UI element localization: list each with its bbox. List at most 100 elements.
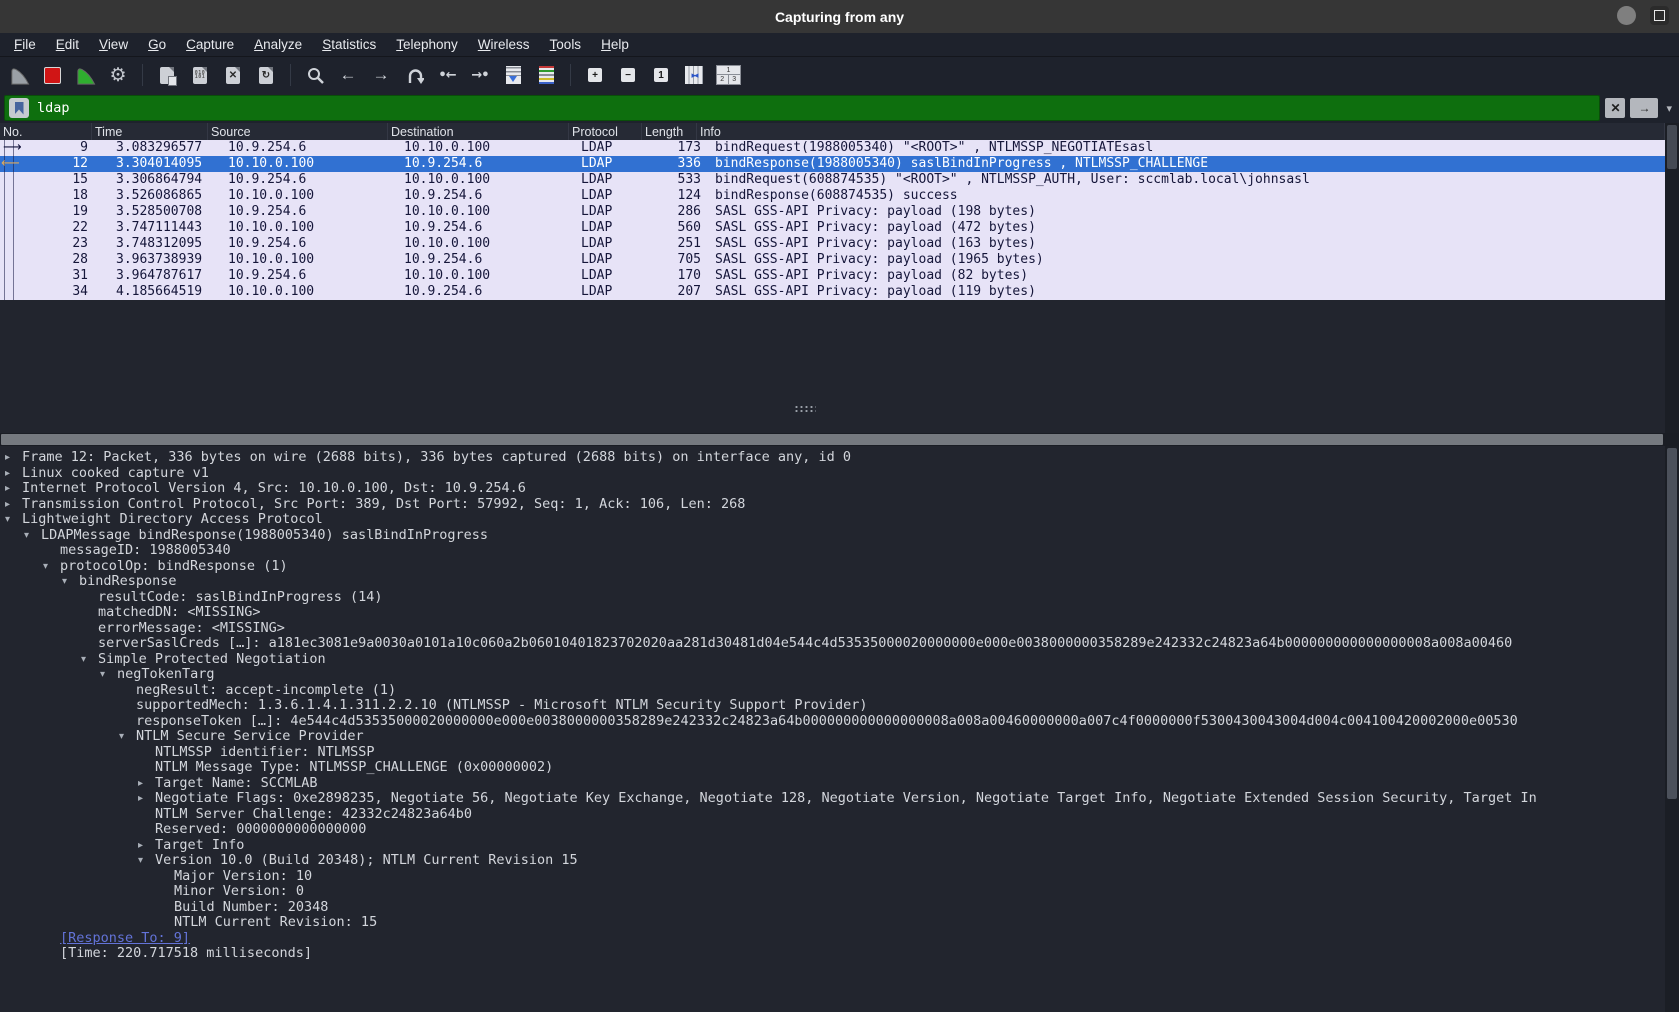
packet-list-vscroll-thumb[interactable] [1667, 125, 1677, 169]
detail-line[interactable]: ▸Internet Protocol Version 4, Src: 10.10… [0, 481, 1665, 497]
menu-item-tools[interactable]: Tools [540, 35, 592, 54]
packet-list-vscrollbar[interactable] [1665, 123, 1679, 433]
collapse-icon[interactable]: ▾ [100, 667, 117, 683]
minimize-button[interactable] [1617, 6, 1636, 25]
packet-row-34[interactable]: 344.18566451910.10.0.10010.9.254.6LDAP20… [0, 284, 1665, 300]
detail-line[interactable]: ▸Target Info [0, 838, 1665, 854]
go-first-icon[interactable]: •← [436, 63, 458, 87]
detail-line[interactable]: ▾Version 10.0 (Build 20348); NTLM Curren… [0, 853, 1665, 869]
packet-list-hscroll-thumb[interactable] [1, 434, 1663, 445]
menu-item-view[interactable]: View [89, 35, 138, 54]
column-header-length[interactable]: Length [642, 123, 697, 140]
collapse-icon[interactable]: ▾ [43, 559, 60, 575]
menu-item-file[interactable]: File [4, 35, 46, 54]
collapse-icon[interactable]: ▾ [62, 574, 79, 590]
packet-row-22[interactable]: 223.74711144310.10.0.10010.9.254.6LDAP56… [0, 220, 1665, 236]
restart-capture-icon[interactable] [74, 63, 96, 87]
go-to-packet-icon[interactable] [403, 63, 425, 87]
display-filter-input[interactable] [35, 99, 1595, 117]
capture-options-icon[interactable]: ⚙ [107, 63, 129, 87]
detail-line[interactable]: Reserved: 0000000000000000 [0, 822, 1665, 838]
menu-item-telephony[interactable]: Telephony [386, 35, 468, 54]
detail-line[interactable]: ▾bindResponse [0, 574, 1665, 590]
open-file-icon[interactable] [156, 63, 178, 87]
auto-scroll-icon[interactable] [502, 63, 524, 87]
expand-icon[interactable]: ▸ [5, 466, 22, 482]
expand-icon[interactable]: ▸ [138, 838, 155, 854]
maximize-button[interactable] [1650, 6, 1669, 25]
menu-item-wireless[interactable]: Wireless [468, 35, 540, 54]
detail-line[interactable]: errorMessage: <MISSING> [0, 621, 1665, 637]
reload-file-icon[interactable]: ↻ [255, 63, 277, 87]
detail-line[interactable]: messageID: 1988005340 [0, 543, 1665, 559]
expand-icon[interactable]: ▸ [138, 791, 155, 807]
response-to-link[interactable]: [Response To: 9] [60, 931, 190, 947]
detail-line[interactable]: Major Version: 10 [0, 869, 1665, 885]
detail-line[interactable]: Minor Version: 0 [0, 884, 1665, 900]
detail-line[interactable]: ▾LDAPMessage bindResponse(1988005340) sa… [0, 528, 1665, 544]
detail-vscroll-thumb[interactable] [1667, 448, 1677, 799]
column-header-time[interactable]: Time [92, 123, 208, 140]
detail-line[interactable]: supportedMech: 1.3.6.1.4.1.311.2.2.10 (N… [0, 698, 1665, 714]
filter-bookmark-button[interactable] [9, 98, 29, 118]
menu-item-statistics[interactable]: Statistics [312, 35, 386, 54]
go-forward-icon[interactable]: → [370, 63, 392, 87]
detail-line[interactable]: ▾NTLM Secure Service Provider [0, 729, 1665, 745]
packet-row-9[interactable]: 93.08329657710.9.254.610.10.0.100LDAP173… [0, 140, 1665, 156]
detail-line[interactable]: serverSaslCreds […]: a181ec3081e9a0030a0… [0, 636, 1665, 652]
detail-line[interactable]: ▾Lightweight Directory Access Protocol [0, 512, 1665, 528]
detail-line[interactable]: NTLM Current Revision: 15 [0, 915, 1665, 931]
menu-item-help[interactable]: Help [591, 35, 639, 54]
packet-row-18[interactable]: 183.52608686510.10.0.10010.9.254.6LDAP12… [0, 188, 1665, 204]
detail-line[interactable]: ▸Transmission Control Protocol, Src Port… [0, 497, 1665, 513]
packet-list-hscrollbar[interactable] [0, 433, 1679, 446]
detail-line[interactable]: resultCode: saslBindInProgress (14) [0, 590, 1665, 606]
detail-line[interactable]: ▸Negotiate Flags: 0xe2898235, Negotiate … [0, 791, 1665, 807]
detail-line[interactable]: ▸Target Name: SCCMLAB [0, 776, 1665, 792]
detail-line[interactable]: [Response To: 9] [0, 931, 1665, 947]
layout-icon[interactable]: 123 [716, 63, 741, 87]
resize-columns-icon[interactable]: ▸◂ [683, 63, 705, 87]
packet-row-12[interactable]: 123.30401409510.10.0.10010.9.254.6LDAP33… [0, 156, 1665, 172]
column-header-info[interactable]: Info [697, 123, 1665, 140]
zoom-out-icon[interactable]: − [617, 63, 639, 87]
packet-row-15[interactable]: 153.30686479410.9.254.610.10.0.100LDAP53… [0, 172, 1665, 188]
detail-line[interactable]: ▾negTokenTarg [0, 667, 1665, 683]
column-header-source[interactable]: Source [208, 123, 388, 140]
detail-vscrollbar[interactable] [1665, 446, 1679, 1012]
expand-icon[interactable]: ▸ [5, 450, 22, 466]
detail-line[interactable]: ▸Frame 12: Packet, 336 bytes on wire (26… [0, 450, 1665, 466]
detail-line[interactable]: ▸Linux cooked capture v1 [0, 466, 1665, 482]
column-header-destination[interactable]: Destination [388, 123, 569, 140]
detail-line[interactable]: Build Number: 20348 [0, 900, 1665, 916]
detail-line[interactable]: [Time: 220.717518 milliseconds] [0, 946, 1665, 962]
collapse-icon[interactable]: ▾ [5, 512, 22, 528]
collapse-icon[interactable]: ▾ [138, 853, 155, 869]
find-packet-icon[interactable] [304, 63, 326, 87]
detail-line[interactable]: NTLM Message Type: NTLMSSP_CHALLENGE (0x… [0, 760, 1665, 776]
packet-row-23[interactable]: 233.74831209510.9.254.610.10.0.100LDAP25… [0, 236, 1665, 252]
filter-apply-button[interactable]: → [1630, 98, 1658, 118]
menu-item-edit[interactable]: Edit [46, 35, 89, 54]
go-back-icon[interactable]: ← [337, 63, 359, 87]
detail-line[interactable]: NTLMSSP identifier: NTLMSSP [0, 745, 1665, 761]
menu-item-go[interactable]: Go [138, 35, 176, 54]
packet-row-28[interactable]: 283.96373893910.10.0.10010.9.254.6LDAP70… [0, 252, 1665, 268]
packet-row-31[interactable]: 313.96478761710.9.254.610.10.0.100LDAP17… [0, 268, 1665, 284]
zoom-in-icon[interactable]: + [584, 63, 606, 87]
filter-clear-button[interactable]: ✕ [1605, 98, 1625, 118]
start-capture-icon[interactable] [8, 63, 30, 87]
detail-line[interactable]: negResult: accept-incomplete (1) [0, 683, 1665, 699]
detail-line[interactable]: responseToken […]: 4e544c4d5353500002000… [0, 714, 1665, 730]
expand-icon[interactable]: ▸ [138, 776, 155, 792]
collapse-icon[interactable]: ▾ [24, 528, 41, 544]
expand-icon[interactable]: ▸ [5, 497, 22, 513]
menu-item-capture[interactable]: Capture [176, 35, 244, 54]
save-file-icon[interactable]: 010101 [189, 63, 211, 87]
column-header-no[interactable]: No. [0, 123, 92, 140]
detail-line[interactable]: matchedDN: <MISSING> [0, 605, 1665, 621]
expand-icon[interactable]: ▸ [5, 481, 22, 497]
menu-item-analyze[interactable]: Analyze [244, 35, 312, 54]
column-header-protocol[interactable]: Protocol [569, 123, 642, 140]
pane-splitter-grip[interactable] [794, 405, 816, 413]
